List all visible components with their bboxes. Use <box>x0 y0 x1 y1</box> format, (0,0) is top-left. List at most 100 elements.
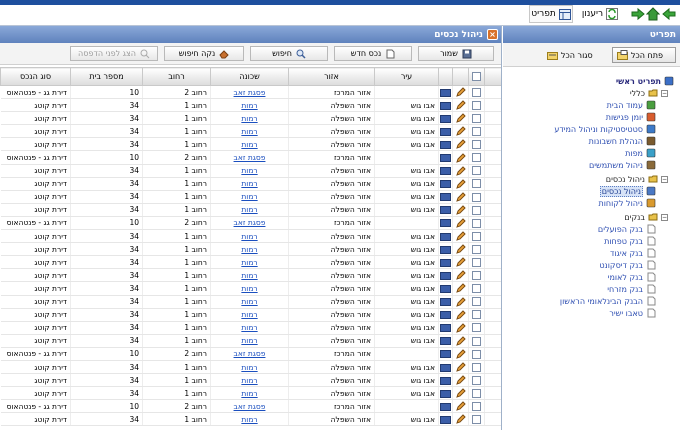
row-checkbox[interactable] <box>472 166 481 176</box>
edit-pencil-icon[interactable] <box>455 244 466 254</box>
row-checkbox[interactable] <box>472 336 481 346</box>
cell-neighborhood[interactable]: רמות <box>210 190 289 204</box>
tree-item[interactable]: ניהול משתמשים <box>589 159 656 171</box>
row-checkbox[interactable] <box>472 310 481 320</box>
collapse-toggle-icon[interactable]: − <box>661 213 668 221</box>
tree-item[interactable]: מפות <box>625 147 656 159</box>
table-row[interactable]: דירת קוטג 34 רחוב 1 רמות אזור השפלה אבו גוש <box>0 373 501 388</box>
tree-item[interactable]: סטטיסטיקות וניהול המידע <box>554 123 656 135</box>
details-card-icon[interactable] <box>440 311 451 320</box>
cell-neighborhood[interactable]: רמות <box>210 164 289 178</box>
open-all-button[interactable]: פתח הכל <box>612 47 676 63</box>
cell-neighborhood[interactable]: רמות <box>210 177 289 191</box>
details-card-icon[interactable] <box>440 284 451 293</box>
edit-pencil-icon[interactable] <box>455 152 466 163</box>
tree-item[interactable]: בנק איגוד <box>610 247 656 259</box>
cell-neighborhood[interactable]: פסגת זאב <box>210 85 289 100</box>
edit-pencil-icon[interactable] <box>455 139 466 150</box>
table-row[interactable]: דירת קוטג 34 רחוב 1 רמות אזור השפלה אבו גוש <box>0 308 501 322</box>
row-checkbox[interactable] <box>472 127 481 137</box>
details-card-icon[interactable] <box>440 363 451 372</box>
details-card-icon[interactable] <box>440 114 451 123</box>
edit-pencil-icon[interactable] <box>455 270 466 281</box>
tree-item[interactable]: בנק מזרחי <box>607 283 656 295</box>
details-card-icon[interactable] <box>440 376 451 385</box>
home-nav-icon[interactable] <box>646 7 660 21</box>
row-checkbox[interactable] <box>472 140 481 150</box>
details-card-icon[interactable] <box>440 219 451 228</box>
row-checkbox[interactable] <box>472 375 481 385</box>
edit-pencil-icon[interactable] <box>455 126 466 137</box>
cell-neighborhood[interactable]: רמות <box>210 334 289 348</box>
details-card-icon[interactable] <box>440 154 451 163</box>
table-row[interactable]: דירת קוטג 34 רחוב 1 רמות אזור השפלה אבו גוש <box>0 268 501 283</box>
close-panel-icon[interactable]: × <box>487 29 498 40</box>
cell-neighborhood[interactable]: רמות <box>210 111 289 126</box>
cell-neighborhood[interactable]: רמות <box>210 255 289 270</box>
select-all-checkbox[interactable] <box>472 72 481 81</box>
table-row[interactable]: דירת קוטג 34 רחוב 1 רמות אזור השפלה אבו גוש <box>0 255 501 270</box>
cell-neighborhood[interactable]: רמות <box>210 268 289 283</box>
edit-pencil-icon[interactable] <box>455 205 466 215</box>
collapse-toggle-icon[interactable]: − <box>661 89 668 97</box>
row-checkbox[interactable] <box>472 362 481 372</box>
details-card-icon[interactable] <box>440 140 451 149</box>
search-button[interactable]: חיפוש <box>250 46 328 61</box>
edit-pencil-icon[interactable] <box>455 336 466 346</box>
details-card-icon[interactable] <box>440 402 451 411</box>
row-checkbox[interactable] <box>472 113 481 123</box>
tree-item[interactable]: בנק לאומי <box>608 271 656 283</box>
details-card-icon[interactable] <box>440 101 451 110</box>
table-row[interactable]: דירת קוטג 34 רחוב 1 רמות אזור השפלה אבו גוש <box>0 111 501 126</box>
tree-item[interactable]: יומן פגישות <box>606 111 656 123</box>
row-checkbox[interactable] <box>472 284 481 294</box>
details-card-icon[interactable] <box>440 88 451 97</box>
details-card-icon[interactable] <box>440 193 451 202</box>
row-checkbox[interactable] <box>472 258 481 268</box>
col-header-asset-type[interactable]: סוג הנכס <box>0 67 71 86</box>
edit-pencil-icon[interactable] <box>455 362 466 372</box>
table-row[interactable]: דירת קוטג 34 רחוב 1 רמות אזור השפלה אבו גוש <box>0 98 501 113</box>
row-checkbox[interactable] <box>472 100 481 110</box>
row-checkbox[interactable] <box>472 153 481 163</box>
cell-neighborhood[interactable]: רמות <box>210 360 289 375</box>
table-row[interactable]: דירת קוטג 34 רחוב 1 רמות אזור השפלה אבו גוש <box>0 242 501 257</box>
tree-item[interactable]: הנהלת חשבונות <box>589 135 656 147</box>
table-row[interactable]: דירת קוטג 34 רחוב 1 רמות אזור השפלה אבו גוש <box>0 177 501 191</box>
tree-item[interactable]: − ניהול נכסים <box>606 173 668 185</box>
table-row[interactable]: דירת קוטג 34 רחוב 1 רמות אזור השפלה אבו גוש <box>0 229 501 244</box>
refresh-button[interactable]: ריענון <box>580 5 620 23</box>
cell-neighborhood[interactable]: רמות <box>210 124 289 139</box>
cell-neighborhood[interactable]: רמות <box>210 386 289 401</box>
table-row[interactable]: דירת קוטג 34 רחוב 1 רמות אזור השפלה אבו גוש <box>0 137 501 152</box>
details-card-icon[interactable] <box>440 337 451 346</box>
edit-pencil-icon[interactable] <box>455 178 466 189</box>
table-row[interactable]: דירת גג - פנטהאוס 10 רחוב 2 פסגת זאב אזור המ… <box>0 347 501 361</box>
new-asset-button[interactable]: נכס חדש <box>334 46 412 61</box>
edit-pencil-icon[interactable] <box>455 100 466 110</box>
table-row[interactable]: דירת קוטג 34 רחוב 1 רמות אזור השפלה אבו גוש <box>0 334 501 348</box>
table-row[interactable]: דירת גג - פנטהאוס 10 רחוב 2 פסגת זאב אזור המ… <box>0 150 501 165</box>
edit-pencil-icon[interactable] <box>455 349 466 359</box>
row-checkbox[interactable] <box>472 87 481 97</box>
edit-pencil-icon[interactable] <box>455 283 466 294</box>
col-header-area[interactable]: אזור <box>288 67 375 86</box>
tree-item[interactable]: בנק הפועלים <box>598 223 656 235</box>
cell-neighborhood[interactable]: פסגת זאב <box>210 216 289 231</box>
table-row[interactable]: דירת גג - פנטהאוס 10 רחוב 2 פסגת זאב אזור המ… <box>0 216 501 231</box>
row-checkbox[interactable] <box>472 323 481 333</box>
table-row[interactable]: דירת קוטג 34 רחוב 1 רמות אזור השפלה אבו גוש <box>0 360 501 375</box>
tree-item[interactable]: − כללי <box>630 87 668 99</box>
details-card-icon[interactable] <box>440 180 451 189</box>
edit-pencil-icon[interactable] <box>455 401 466 412</box>
tree-item[interactable]: ניהול לקוחות <box>598 197 656 209</box>
table-row[interactable]: דירת קוטג 34 רחוב 1 רמות אזור השפלה אבו גוש <box>0 281 501 296</box>
tree-item[interactable]: − בנקים <box>624 211 668 223</box>
tree-item[interactable]: בנק דיסקונט <box>599 259 656 271</box>
tree-item[interactable]: בנק טפחות <box>604 235 656 247</box>
edit-pencil-icon[interactable] <box>455 414 466 425</box>
table-row[interactable]: דירת קוטג 34 רחוב 1 רמות אזור השפלה אבו גוש <box>0 386 501 401</box>
cell-neighborhood[interactable]: פסגת זאב <box>210 399 289 414</box>
table-row[interactable]: דירת קוטג 34 רחוב 1 רמות אזור השפלה אבו גוש <box>0 295 501 309</box>
cell-neighborhood[interactable]: רמות <box>210 98 289 113</box>
